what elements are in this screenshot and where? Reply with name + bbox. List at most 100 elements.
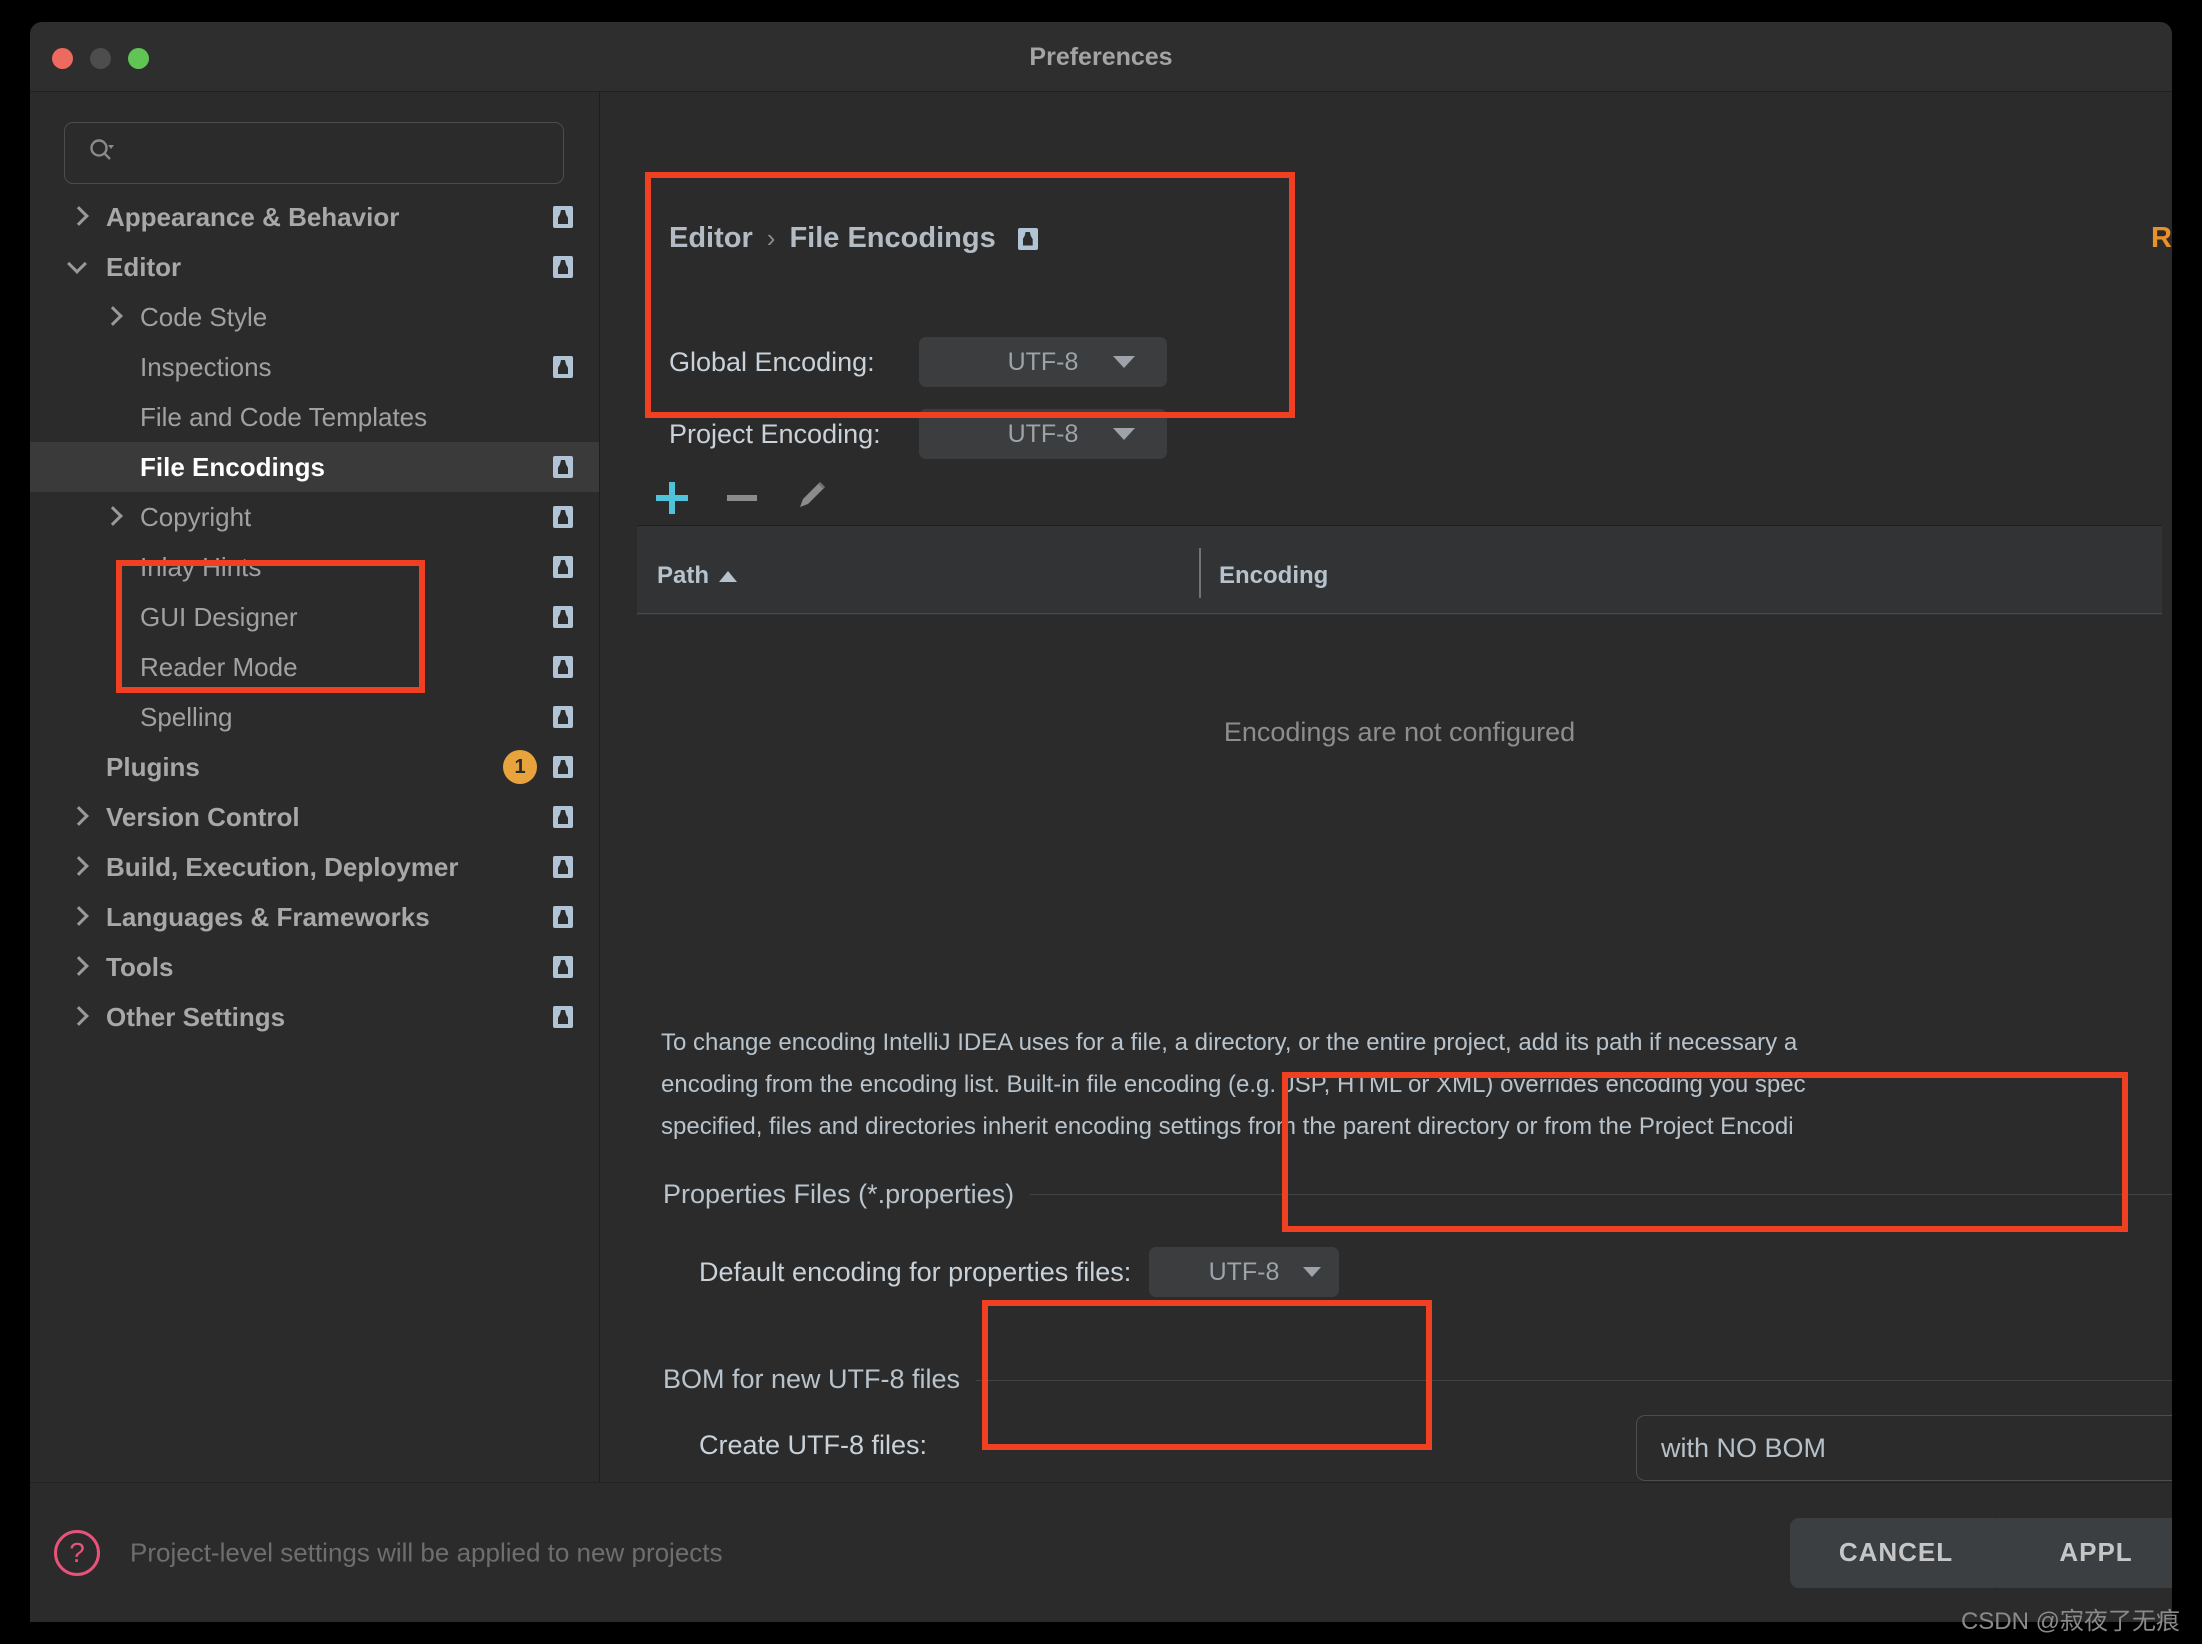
minus-icon	[727, 494, 757, 501]
footer-message: Project-level settings will be applied t…	[130, 1537, 723, 1567]
project-encoding-row: Project Encoding: UTF-8	[669, 409, 1167, 459]
properties-encoding-value: UTF-8	[1208, 1257, 1280, 1286]
window-titlebar: Preferences	[30, 22, 2172, 92]
breadcrumb: Editor › File Encodings	[669, 222, 1038, 255]
column-header-encoding-label: Encoding	[1219, 562, 1329, 589]
project-scope-icon	[553, 606, 573, 628]
chevron-right-icon[interactable]	[66, 854, 92, 880]
sidebar-item-label: Inspections	[140, 351, 272, 382]
project-encoding-value: UTF-8	[1007, 419, 1079, 448]
sidebar-item-gui-designer[interactable]: GUI Designer	[30, 592, 599, 642]
sidebar-item-build-execution-deploymer[interactable]: Build, Execution, Deploymer	[30, 842, 599, 892]
sidebar-item-file-encodings[interactable]: File Encodings	[30, 442, 599, 492]
global-encoding-dropdown[interactable]: UTF-8	[919, 337, 1167, 387]
sidebar-item-other-settings[interactable]: Other Settings	[30, 992, 599, 1042]
encodings-table: Path Encoding Encodings are not configur…	[637, 526, 2162, 850]
sidebar-item-copyright[interactable]: Copyright	[30, 492, 599, 542]
project-scope-icon	[553, 256, 573, 278]
sort-ascending-icon	[719, 570, 738, 582]
sidebar-item-label: Build, Execution, Deploymer	[106, 851, 459, 882]
bom-section-title: BOM for new UTF-8 files	[663, 1364, 977, 1395]
sidebar-item-tools[interactable]: Tools	[30, 942, 599, 992]
chevron-right-icon[interactable]	[66, 954, 92, 980]
project-scope-icon	[553, 506, 573, 528]
sidebar-item-languages-frameworks[interactable]: Languages & Frameworks	[30, 892, 599, 942]
project-encoding-dropdown[interactable]: UTF-8	[919, 409, 1167, 459]
bom-dropdown-value: with NO BOM	[1661, 1432, 1827, 1463]
column-header-path-label: Path	[657, 562, 710, 589]
sidebar-item-label: Editor	[106, 251, 182, 282]
sidebar-item-appearance-behavior[interactable]: Appearance & Behavior	[30, 192, 599, 242]
chevron-right-icon[interactable]	[100, 304, 126, 330]
sidebar-item-label: Version Control	[106, 801, 300, 832]
sidebar-item-label: Tools	[106, 951, 174, 982]
encodings-description-text: To change encoding IntelliJ IDEA uses fo…	[661, 1022, 2172, 1148]
properties-encoding-dropdown[interactable]: UTF-8	[1149, 1247, 1339, 1297]
nav-indent-spacer	[100, 354, 126, 380]
project-scope-icon	[553, 756, 573, 778]
nav-indent-spacer	[100, 554, 126, 580]
chevron-right-icon[interactable]	[66, 204, 92, 230]
description-line-2: encoding from the encoding list. Built-i…	[661, 1071, 1806, 1098]
apply-button[interactable]: APPL	[1990, 1517, 2172, 1588]
sidebar-item-label: Plugins	[106, 751, 200, 782]
project-encoding-label: Project Encoding:	[669, 418, 881, 449]
search-input[interactable]	[64, 122, 564, 184]
description-line-3: specified, files and directories inherit…	[661, 1113, 1794, 1140]
sidebar-item-label: Inlay Hints	[140, 551, 262, 582]
search-icon	[87, 137, 115, 170]
breadcrumb-current: File Encodings	[789, 222, 996, 254]
pencil-icon	[792, 475, 832, 520]
sidebar-item-label: Copyright	[140, 501, 252, 532]
sidebar-item-plugins[interactable]: Plugins 1	[30, 742, 599, 792]
empty-table-message: Encodings are not configured	[1223, 717, 1576, 747]
chevron-right-icon[interactable]	[66, 904, 92, 930]
chevron-down-icon	[1303, 1267, 1321, 1277]
project-scope-icon	[553, 1006, 573, 1028]
table-body: Encodings are not configured	[637, 615, 2162, 850]
project-scope-icon	[553, 856, 573, 878]
sidebar-item-spelling[interactable]: Spelling	[30, 692, 599, 742]
sidebar-item-label: Code Style	[140, 301, 268, 332]
create-utf8-files-label-row: Create UTF-8 files:	[699, 1430, 1039, 1461]
project-scope-icon	[553, 906, 573, 928]
project-scope-icon	[553, 956, 573, 978]
project-scope-icon	[553, 356, 573, 378]
chevron-right-icon[interactable]	[66, 804, 92, 830]
remove-encoding-button[interactable]	[707, 470, 777, 526]
sidebar-item-reader-mode[interactable]: Reader Mode	[30, 642, 599, 692]
window-title: Preferences	[1029, 42, 1173, 71]
column-header-encoding[interactable]: Encoding	[1219, 562, 1328, 590]
table-header: Path Encoding	[637, 526, 2162, 614]
bom-dropdown[interactable]: with NO BOM	[1636, 1415, 2172, 1481]
add-encoding-button[interactable]	[637, 470, 707, 526]
sidebar-item-code-style[interactable]: Code Style	[30, 292, 599, 342]
properties-section-title: Properties Files (*.properties)	[663, 1179, 1031, 1210]
project-scope-icon	[553, 806, 573, 828]
sidebar-item-version-control[interactable]: Version Control	[30, 792, 599, 842]
column-divider[interactable]	[1199, 548, 1201, 598]
cancel-button[interactable]: CANCEL	[1790, 1517, 2002, 1588]
edit-encoding-button[interactable]	[777, 470, 847, 526]
sidebar-item-file-and-code-templates[interactable]: File and Code Templates	[30, 392, 599, 442]
chevron-right-icon[interactable]	[66, 1004, 92, 1030]
chevron-down-icon[interactable]	[66, 254, 92, 280]
chevron-right-icon[interactable]	[100, 504, 126, 530]
column-header-path[interactable]: Path	[657, 562, 738, 590]
nav-indent-spacer	[100, 604, 126, 630]
sidebar-item-badge: 1	[503, 750, 537, 784]
breadcrumb-parent[interactable]: Editor	[669, 222, 753, 255]
reset-link[interactable]: R	[2151, 222, 2172, 255]
plus-icon	[656, 481, 688, 514]
watermark: CSDN @寂夜了无痕	[1960, 1608, 2180, 1635]
project-scope-icon	[1017, 227, 1038, 250]
project-scope-icon	[553, 206, 573, 228]
sidebar-item-inlay-hints[interactable]: Inlay Hints	[30, 542, 599, 592]
sidebar-item-editor[interactable]: Editor	[30, 242, 599, 292]
sidebar-item-inspections[interactable]: Inspections	[30, 342, 599, 392]
properties-default-encoding-row: Default encoding for properties files: U…	[699, 1247, 1339, 1297]
settings-content-panel: Editor › File Encodings R Global Encodin…	[601, 92, 2172, 1482]
help-icon[interactable]: ?	[54, 1529, 100, 1576]
settings-sidebar: Appearance & Behavior Editor Code Style Ins…	[30, 92, 600, 1482]
description-line-1: To change encoding IntelliJ IDEA uses fo…	[661, 1029, 1798, 1056]
